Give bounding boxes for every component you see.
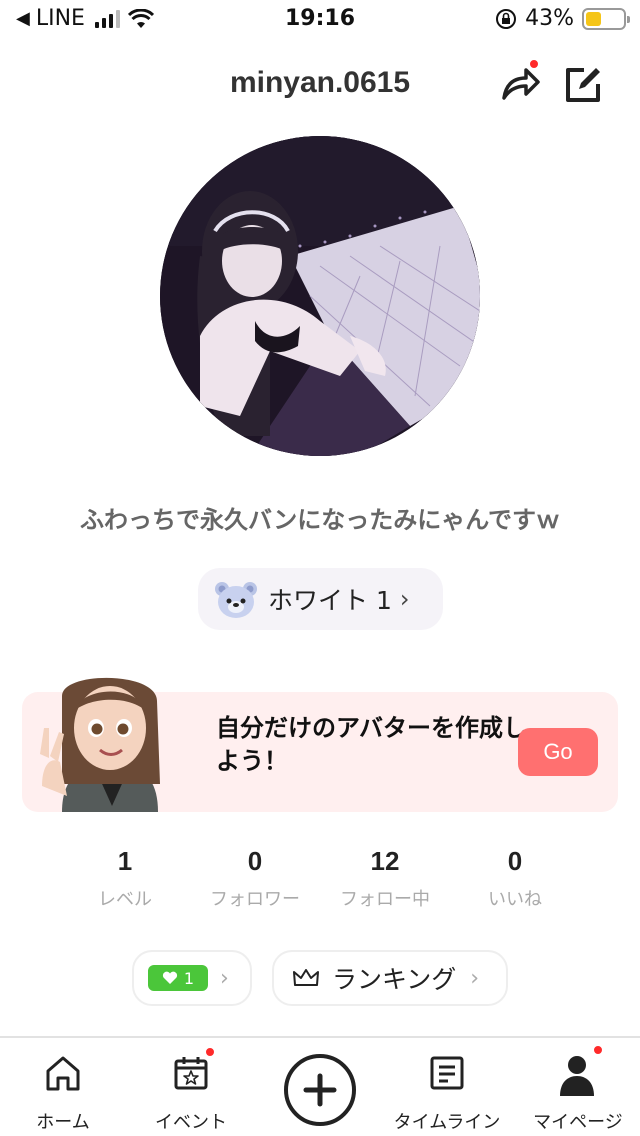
chevron-right-icon: › xyxy=(399,585,410,613)
likes-badge: 1 xyxy=(148,965,208,991)
crown-icon xyxy=(293,969,319,986)
orientation-lock-icon xyxy=(496,8,517,29)
rank-label: ホワイト 1 xyxy=(268,586,392,615)
stat-followers[interactable]: 0 フォロワー xyxy=(190,846,320,911)
stat-level[interactable]: 1 レベル xyxy=(60,846,190,911)
nav-label: ホーム xyxy=(36,1112,90,1133)
rank-chip[interactable]: ホワイト 1 › xyxy=(198,568,443,630)
nav-label: マイページ xyxy=(533,1112,623,1133)
heart-icon xyxy=(162,971,177,984)
stats-row: 1 レベル 0 フォロワー 12 フォロー中 0 いいね xyxy=(60,846,580,911)
bear-icon xyxy=(215,582,257,618)
nav-label: タイムライン xyxy=(393,1112,501,1133)
likes-count: 1 xyxy=(183,968,195,988)
notification-dot xyxy=(528,58,540,70)
nav-home[interactable]: ホーム xyxy=(20,1038,106,1136)
wifi-icon xyxy=(127,8,154,28)
profile-photo-image xyxy=(160,136,480,456)
avatar-character-icon xyxy=(40,677,160,812)
edit-icon xyxy=(566,68,600,102)
nav-timeline[interactable]: タイムライン xyxy=(386,1038,508,1136)
chevron-right-icon: › xyxy=(470,965,480,991)
notification-dot xyxy=(204,1046,216,1058)
back-triangle-icon[interactable]: ◀ xyxy=(16,8,30,29)
person-icon xyxy=(560,1056,594,1096)
stat-value: 12 xyxy=(370,846,400,876)
stat-value: 0 xyxy=(507,846,523,876)
status-bar: ◀ LINE 19:16 43% xyxy=(0,0,640,40)
profile-header: minyan.0615 xyxy=(0,58,640,110)
ranking-button[interactable]: ランキング › xyxy=(272,950,508,1006)
home-icon xyxy=(46,1056,80,1091)
stat-value: 0 xyxy=(247,846,263,876)
battery-percent: 43% xyxy=(525,6,574,31)
signal-icon xyxy=(94,9,120,28)
timeline-icon xyxy=(430,1056,464,1090)
go-button[interactable]: Go xyxy=(518,728,598,776)
bottom-nav: ホーム イベント タイムライン マイページ xyxy=(0,1036,640,1136)
stat-label: フォロー中 xyxy=(340,889,430,910)
profile-bio: ふわっちで永久バンになったみにゃんですｗ xyxy=(80,506,560,534)
username: minyan.0615 xyxy=(229,66,411,99)
profile-photo[interactable] xyxy=(160,136,480,456)
status-right: 43% xyxy=(495,6,630,31)
plus-icon xyxy=(303,1073,337,1107)
notification-dot xyxy=(592,1044,604,1056)
banner-text: 自分だけのアバターを作成しよう！ xyxy=(216,714,528,775)
stat-label: フォロワー xyxy=(210,889,300,910)
nav-mypage[interactable]: マイページ xyxy=(526,1038,630,1136)
status-left[interactable]: ◀ LINE xyxy=(16,6,154,31)
nav-label: イベント xyxy=(155,1112,227,1133)
share-arrow-icon xyxy=(502,68,540,100)
create-post-button[interactable] xyxy=(284,1054,356,1126)
share-button[interactable] xyxy=(498,58,542,104)
stat-label: いいね xyxy=(488,889,542,910)
stat-following[interactable]: 12 フォロー中 xyxy=(320,846,450,911)
stat-label: レベル xyxy=(98,889,152,910)
likes-pill-button[interactable]: 1 › xyxy=(132,950,252,1006)
stat-likes[interactable]: 0 いいね xyxy=(450,846,580,911)
ranking-label: ランキング xyxy=(332,965,457,994)
battery-icon xyxy=(582,7,630,30)
chevron-right-icon: › xyxy=(220,965,229,991)
stat-value: 1 xyxy=(117,846,133,876)
edit-profile-button[interactable] xyxy=(562,62,606,106)
calendar-icon xyxy=(174,1057,208,1090)
back-app-label[interactable]: LINE xyxy=(36,6,85,31)
battery-level xyxy=(586,11,602,26)
nav-events[interactable]: イベント xyxy=(146,1038,236,1136)
